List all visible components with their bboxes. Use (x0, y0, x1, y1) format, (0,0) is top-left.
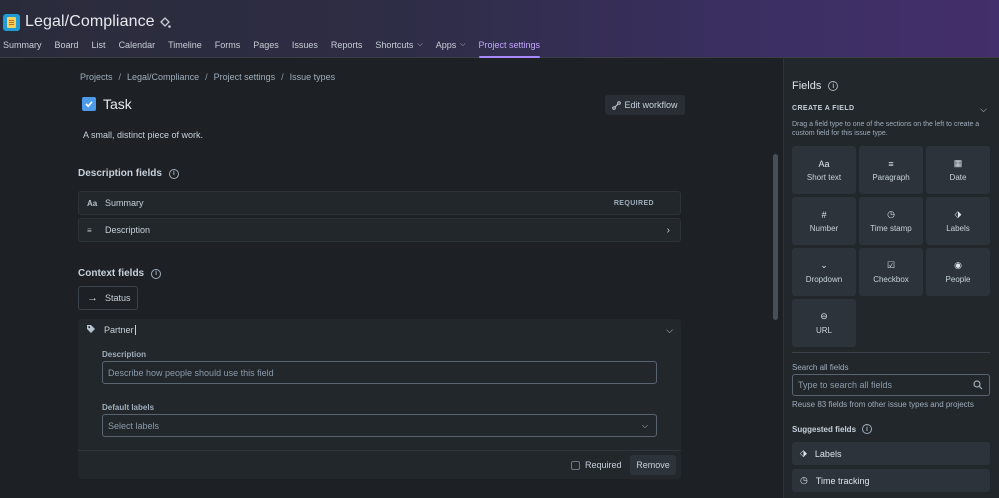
paragraph-icon: ≡ (888, 158, 894, 169)
project-title: Legal/Compliance (25, 13, 155, 30)
required-badge: REQUIRED (613, 199, 654, 207)
tab-shortcuts[interactable]: Shortcuts ⌵ (375, 40, 422, 50)
tab-timeline[interactable]: Timeline (168, 40, 202, 50)
main-scrollbar[interactable] (773, 154, 778, 320)
required-checkbox-label[interactable]: Required (585, 460, 622, 470)
tab-board[interactable]: Board (55, 40, 79, 50)
chevron-down-icon: ⌵ (460, 41, 466, 48)
field-type-grid: Aa Short text ≡ Paragraph ▦ Date # Number ◷ T… (792, 146, 990, 347)
tab-forms[interactable]: Forms (215, 40, 241, 50)
reuse-fields-text: Reuse 83 fields from other issue types a… (792, 400, 974, 409)
description-fields-heading: Description fields i (78, 168, 179, 179)
short-text-icon: Aa (818, 158, 830, 169)
arrow-right-icon: → (87, 292, 98, 304)
search-icon (973, 380, 983, 390)
info-icon[interactable]: i (151, 268, 162, 279)
search-fields-label: Search all fields (792, 363, 849, 372)
field-type-dropdown[interactable]: ⌄ Dropdown (792, 248, 856, 296)
search-fields-input[interactable]: Type to search all fields (792, 374, 990, 396)
short-text-icon: Aa (87, 198, 98, 208)
issue-type-editor: Projects / Legal/Compliance / Project sett… (0, 58, 783, 498)
chevron-down-icon: ⌵ (417, 41, 423, 48)
breadcrumb-legal-compliance[interactable]: Legal/Compliance (127, 72, 199, 82)
field-type-url[interactable]: ⊖ URL (792, 299, 856, 347)
breadcrumb-projects[interactable]: Projects (80, 72, 113, 82)
edit-workflow-button[interactable]: Edit workflow (605, 95, 685, 115)
default-labels-label: Default labels (102, 403, 155, 412)
checkbox-icon: ☑ (886, 260, 896, 270)
person-icon: ◉ (954, 260, 962, 270)
suggested-field-time-tracking[interactable]: ◷ Time tracking (792, 469, 990, 492)
chevron-right-icon: › (666, 224, 670, 236)
tab-pages[interactable]: Pages (253, 40, 279, 50)
chevron-down-icon[interactable]: ⌵ (666, 325, 673, 336)
project-avatar-icon[interactable] (3, 14, 20, 31)
required-checkbox[interactable] (571, 461, 580, 470)
context-fields-heading: Context fields i (78, 268, 162, 279)
field-row-description[interactable]: ≡ Description › (78, 218, 681, 242)
fields-panel-title: Fields i (792, 80, 839, 92)
info-icon[interactable]: i (828, 81, 839, 91)
paint-bucket-icon[interactable] (159, 16, 171, 30)
tag-icon: ⬗ (800, 448, 807, 458)
info-icon[interactable]: i (862, 424, 873, 434)
clock-icon: ◷ (800, 475, 808, 485)
remove-field-button[interactable]: Remove (630, 455, 676, 475)
dropdown-icon: ⌄ (820, 260, 828, 270)
partner-field-card: Partner ⌵ Description Describe how peopl… (78, 319, 681, 479)
breadcrumb: Projects / Legal/Compliance / Project sett… (80, 72, 336, 82)
description-label: Description (102, 350, 147, 359)
calendar-icon: ▦ (953, 158, 963, 168)
fields-panel: Fields i CREATE A FIELD ⌵ Drag a field t… (783, 58, 999, 498)
info-icon[interactable]: i (168, 168, 179, 179)
project-header: Legal/Compliance Summary Board List Cale… (0, 0, 999, 58)
suggested-fields-heading: Suggested fields i (792, 424, 873, 434)
breadcrumb-project-settings[interactable]: Project settings (214, 72, 276, 82)
chevron-down-icon: ⌵ (641, 420, 648, 430)
partner-field-header[interactable]: Partner ⌵ (78, 319, 681, 341)
field-type-checkbox[interactable]: ☑ Checkbox (859, 248, 923, 296)
partner-field-footer: Required Remove (78, 450, 681, 479)
link-icon: ⊖ (820, 311, 828, 321)
field-type-time-stamp[interactable]: ◷ Time stamp (859, 197, 923, 245)
divider (792, 352, 990, 353)
field-type-date[interactable]: ▦ Date (926, 146, 990, 194)
project-nav: Summary Board List Calendar Timeline For… (3, 40, 553, 58)
tab-summary[interactable]: Summary (3, 40, 42, 50)
default-labels-select[interactable]: Select labels ⌵ (102, 414, 657, 437)
suggested-field-labels[interactable]: ⬗ Labels (792, 442, 990, 465)
clock-icon: ◷ (887, 209, 895, 219)
field-type-short-text[interactable]: Aa Short text (792, 146, 856, 194)
tag-icon (86, 324, 96, 336)
field-type-people[interactable]: ◉ People (926, 248, 990, 296)
workflow-icon (612, 100, 622, 110)
field-type-paragraph[interactable]: ≡ Paragraph (859, 146, 923, 194)
chevron-down-icon[interactable]: ⌵ (980, 104, 987, 115)
paragraph-icon: ≡ (87, 225, 92, 235)
tab-apps[interactable]: Apps ⌵ (436, 40, 466, 50)
status-field[interactable]: → Status (78, 286, 138, 310)
number-icon: # (821, 209, 827, 220)
create-field-description: Drag a field type to one of the sections… (792, 121, 980, 137)
issue-type-title[interactable]: Task (103, 96, 132, 112)
create-field-heading: CREATE A FIELD (792, 105, 855, 112)
tab-list[interactable]: List (92, 40, 106, 50)
breadcrumb-issue-types[interactable]: Issue types (290, 72, 336, 82)
tag-icon: ⬗ (954, 209, 962, 219)
field-type-number[interactable]: # Number (792, 197, 856, 245)
field-row-summary[interactable]: Aa Summary REQUIRED (78, 191, 681, 215)
issue-type-description[interactable]: A small, distinct piece of work. (83, 130, 203, 140)
partner-field-name[interactable]: Partner (104, 325, 134, 335)
field-description-input[interactable]: Describe how people should use this fiel… (102, 361, 657, 384)
tab-calendar[interactable]: Calendar (119, 40, 156, 50)
task-checkbox-icon (82, 97, 96, 111)
tab-reports[interactable]: Reports (331, 40, 363, 50)
tab-project-settings[interactable]: Project settings (478, 40, 540, 58)
field-type-labels[interactable]: ⬗ Labels (926, 197, 990, 245)
tab-issues[interactable]: Issues (292, 40, 318, 50)
